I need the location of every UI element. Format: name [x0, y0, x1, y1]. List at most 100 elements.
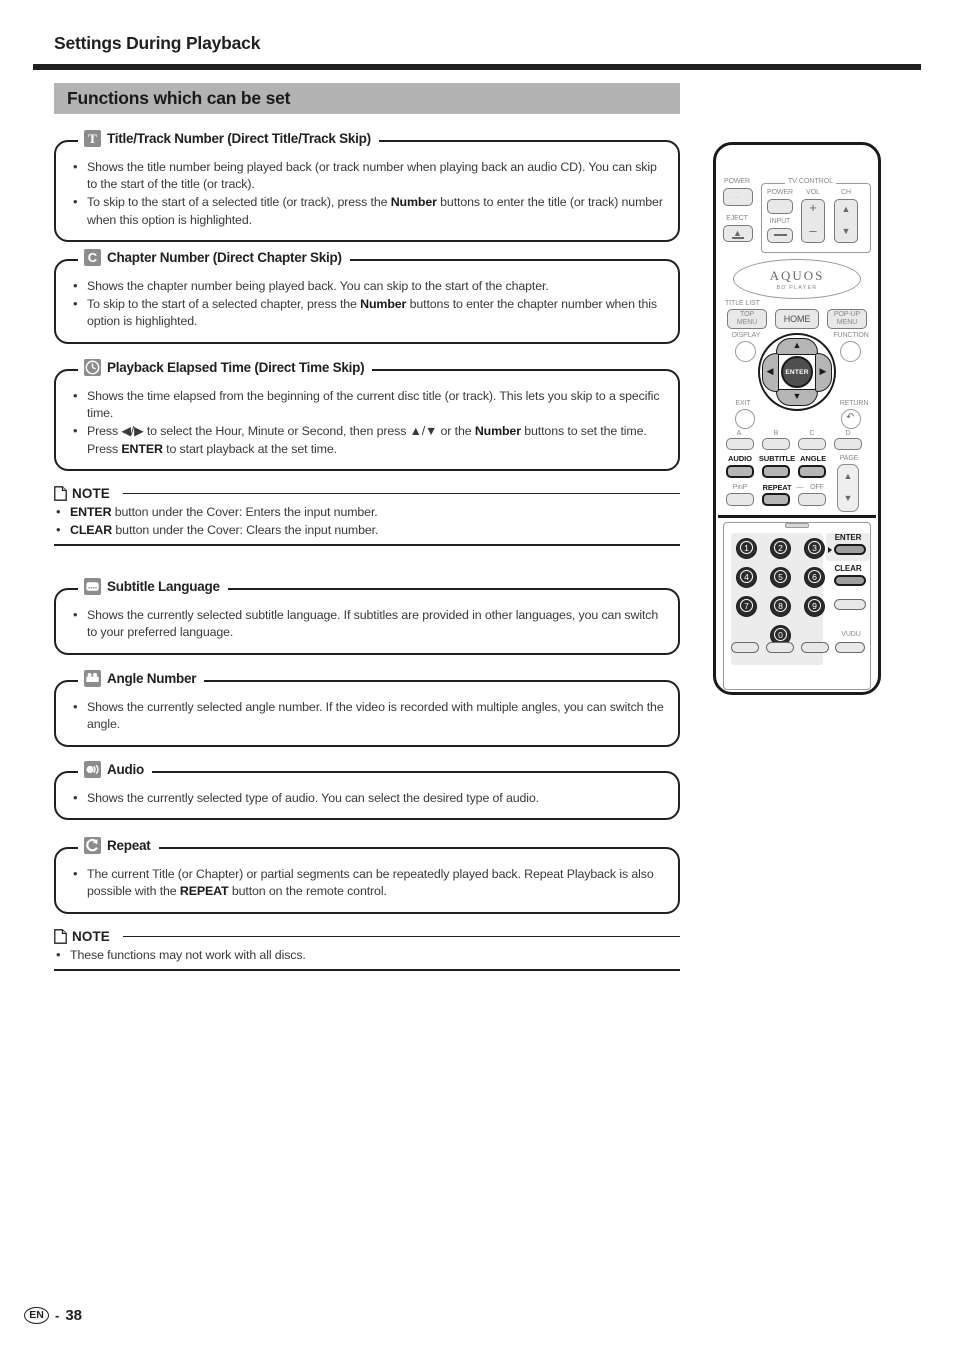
section-legend: Audio [78, 761, 152, 778]
tv-power-label: POWER [767, 189, 793, 196]
exit-button[interactable] [735, 409, 755, 429]
keypad-clear-label: CLEAR [834, 564, 862, 573]
section-body: Shows the currently selected subtitle la… [56, 590, 678, 653]
language-badge: EN [24, 1307, 49, 1324]
cover-bottom-button-3[interactable] [801, 642, 829, 653]
bullet-list: ENTER button under the Cover: Enters the… [54, 503, 680, 539]
off-button[interactable] [798, 493, 826, 506]
unlabeled-cover-button[interactable] [834, 599, 866, 610]
list-item: Shows the title number being played back… [71, 158, 664, 194]
keypad-clear-button[interactable] [834, 575, 866, 586]
section-legend-label: Chapter Number (Direct Chapter Skip) [107, 250, 342, 265]
list-item: Shows the currently selected angle numbe… [71, 698, 664, 734]
title-badge-glyph: T [88, 131, 97, 146]
page-number: 38 [65, 1307, 83, 1324]
section-legend: C Chapter Number (Direct Chapter Skip) [78, 249, 350, 266]
eject-label: EJECT [726, 215, 748, 222]
page-down-icon: ▼ [843, 493, 853, 503]
chapter-badge-glyph: C [87, 250, 98, 265]
repeat-badge-icon [84, 837, 101, 854]
number-key-9-label: 9 [808, 599, 821, 612]
color-button-d[interactable] [834, 438, 862, 450]
page-footer: EN - 38 [24, 1307, 82, 1324]
channel-up-icon: ▲ [841, 204, 851, 214]
number-key-9[interactable]: 9 [804, 596, 825, 617]
manual-page: Settings During Playback Functions which… [0, 0, 954, 1354]
input-bar-icon [774, 234, 787, 236]
angle-button[interactable] [798, 465, 826, 478]
number-key-3-label: 3 [808, 541, 821, 554]
cover-tab[interactable] [785, 523, 809, 528]
title-badge-icon: T [84, 130, 101, 147]
home-label: HOME [783, 314, 811, 324]
vudu-button[interactable] [835, 642, 865, 653]
number-key-1[interactable]: 1 [736, 538, 757, 559]
down-arrow-icon: ▼ [792, 391, 802, 401]
page-up-icon: ▲ [843, 471, 853, 481]
number-key-8-label: 8 [774, 599, 787, 612]
display-button[interactable] [735, 341, 756, 362]
section-body: Shows the title number being played back… [56, 142, 678, 240]
section-body: The current Title (or Chapter) or partia… [56, 849, 678, 912]
note-rule [122, 492, 680, 495]
left-arrow-icon: ◀ [766, 366, 774, 376]
keypad-enter-button[interactable] [834, 544, 866, 555]
number-key-4-label: 4 [740, 570, 753, 583]
brand-badge: AQUOS BD PLAYER [733, 259, 861, 299]
remote-control-diagram: POWER · · · EJECT ▲ TV CONTROL POWER INP… [713, 142, 881, 695]
cover-bottom-button-2[interactable] [766, 642, 794, 653]
popup-menu-label-1: POP-UP [833, 311, 861, 318]
number-key-0-label: 0 [774, 628, 787, 641]
section-chapter-number: C Chapter Number (Direct Chapter Skip) S… [54, 249, 680, 344]
title-list-label: TITLE LIST [725, 300, 760, 307]
repeat-button-label: REPEAT [762, 483, 792, 492]
note-discs: NOTE These functions may not work with a… [54, 929, 680, 971]
audio-button[interactable] [726, 465, 754, 478]
tv-ch-label: CH [841, 189, 851, 196]
enter-pointer-icon [828, 547, 832, 553]
section-audio: Audio Shows the currently selected type … [54, 761, 680, 821]
pinp-button[interactable] [726, 493, 754, 506]
note-header: NOTE [54, 486, 680, 501]
number-key-6[interactable]: 6 [804, 567, 825, 588]
chapter-badge-icon: C [84, 249, 101, 266]
return-arrow-icon: ↶ [846, 412, 855, 423]
number-key-3[interactable]: 3 [804, 538, 825, 559]
page-label: PAGE [839, 455, 859, 462]
repeat-button[interactable] [762, 493, 790, 506]
keypad-enter-label: ENTER [834, 533, 862, 542]
function-button[interactable] [840, 341, 861, 362]
tv-input-label: INPUT [769, 218, 791, 225]
number-key-5[interactable]: 5 [770, 567, 791, 588]
return-label: RETURN [839, 400, 869, 407]
number-key-2[interactable]: 2 [770, 538, 791, 559]
number-key-7[interactable]: 7 [736, 596, 757, 617]
color-button-b[interactable] [762, 438, 790, 450]
bullet-list: The current Title (or Chapter) or partia… [71, 865, 664, 901]
list-item: To skip to the start of a selected chapt… [71, 295, 664, 331]
section-playback-elapsed-time: Playback Elapsed Time (Direct Time Skip)… [54, 359, 680, 472]
color-button-label-c: C [809, 430, 815, 437]
list-item: CLEAR button under the Cover: Clears the… [54, 521, 680, 539]
section-legend: Repeat [78, 837, 159, 854]
footer-separator: - [55, 1308, 60, 1323]
number-key-4[interactable]: 4 [736, 567, 757, 588]
bullet-list: These functions may not work with all di… [54, 946, 680, 964]
color-button-label-d: D [845, 430, 851, 437]
note-header: NOTE [54, 929, 680, 944]
section-legend-label: Title/Track Number (Direct Title/Track S… [107, 131, 371, 146]
section-legend: Playback Elapsed Time (Direct Time Skip) [78, 359, 373, 376]
color-button-a[interactable] [726, 438, 754, 450]
note-enter-clear: NOTE ENTER button under the Cover: Enter… [54, 486, 680, 546]
section-body: Shows the time elapsed from the beginnin… [56, 371, 678, 469]
subtitle-button[interactable] [762, 465, 790, 478]
top-menu-label-2: MENU [736, 319, 758, 326]
tv-vol-label: VOL [806, 189, 820, 196]
number-key-8[interactable]: 8 [770, 596, 791, 617]
list-item: Press ◀/▶ to select the Hour, Minute or … [71, 422, 664, 458]
tv-power-button[interactable] [767, 199, 793, 214]
section-subtitle-language: Subtitle Language Shows the currently se… [54, 578, 680, 655]
enter-button[interactable]: ENTER [781, 356, 813, 388]
color-button-c[interactable] [798, 438, 826, 450]
cover-bottom-button-1[interactable] [731, 642, 759, 653]
